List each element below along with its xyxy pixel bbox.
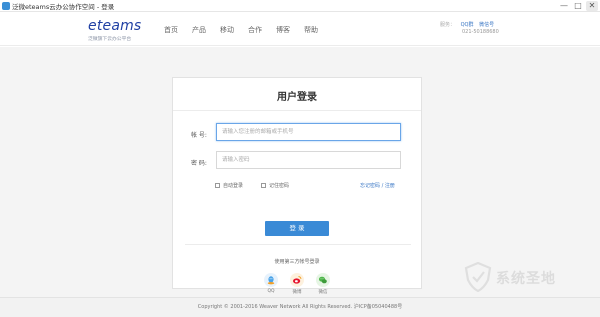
auto-login-label: 自动登录 — [223, 183, 244, 189]
nav-item-home[interactable]: 首页 — [164, 25, 178, 35]
remember-password-label: 记住密码 — [269, 183, 290, 189]
minimize-button[interactable]: — — [558, 1, 570, 11]
weibo-login[interactable]: 微博 — [290, 273, 304, 295]
window-title: 泛微eteams云办公协作空间 - 登录 — [12, 3, 115, 11]
wechat-label: 微信 — [318, 290, 328, 295]
watermark-text: 系统圣地 — [496, 271, 556, 287]
nav-item-mobile[interactable]: 移动 — [220, 25, 234, 35]
wechat-link[interactable]: 微信号 — [479, 22, 494, 28]
third-party-title: 使用第三方帐号登录 — [274, 259, 320, 265]
qq-login[interactable]: QQ — [264, 273, 278, 294]
password-label: 密 码: — [191, 160, 207, 167]
forgot-register-link[interactable]: 忘记密码 / 注册 — [360, 182, 395, 189]
eteams-logo[interactable]: eteams — [88, 18, 141, 34]
qq-group-link[interactable]: QQ群 — [461, 22, 474, 28]
weibo-icon[interactable] — [290, 273, 304, 287]
login-button[interactable]: 登 录 — [265, 221, 329, 236]
watermark: 系统圣地 — [460, 260, 590, 294]
site-header: eteams 泛微旗下云办公平台 首页 产品 移动 合作 博客 帮助 服务： Q… — [0, 12, 600, 46]
weibo-label: 微博 — [292, 290, 302, 295]
remember-password-option[interactable]: 记住密码 — [261, 182, 289, 189]
contact-label: 服务： — [440, 22, 456, 28]
account-label: 帐 号: — [191, 132, 207, 139]
divider — [173, 110, 421, 111]
contact-phone: 021-50188680 — [462, 29, 499, 35]
qq-icon[interactable] — [264, 273, 278, 287]
login-card: 用户登录 帐 号: 密 码: 自动登录 记住密码 忘记密码 / 注册 登 录 使… — [172, 77, 422, 295]
login-title: 用户登录 — [277, 92, 317, 103]
wechat-icon[interactable] — [316, 273, 330, 287]
nav-item-partners[interactable]: 合作 — [248, 25, 262, 35]
password-input[interactable] — [216, 151, 401, 169]
auto-login-checkbox[interactable] — [215, 183, 220, 188]
maximize-button[interactable]: □ — [572, 1, 584, 11]
auto-login-option[interactable]: 自动登录 — [215, 182, 243, 189]
account-input[interactable] — [216, 123, 401, 141]
copyright-text: Copyright © 2001-2016 Weaver Network All… — [197, 304, 403, 310]
divider — [185, 244, 411, 245]
nav-item-products[interactable]: 产品 — [192, 25, 206, 35]
window-titlebar: 泛微eteams云办公协作空间 - 登录 — □ ✕ — [0, 0, 600, 12]
logo-slogan: 泛微旗下云办公平台 — [88, 37, 132, 42]
site-footer: Copyright © 2001-2016 Weaver Network All… — [0, 297, 600, 317]
wechat-login[interactable]: 微信 — [316, 273, 330, 295]
app-icon — [2, 2, 10, 10]
qq-label: QQ — [267, 289, 275, 294]
close-button[interactable]: ✕ — [586, 1, 598, 11]
nav-item-help[interactable]: 帮助 — [304, 25, 318, 35]
nav-item-blog[interactable]: 博客 — [276, 25, 290, 35]
contact-info: 服务： QQ群 微信号 — [440, 21, 494, 28]
remember-password-checkbox[interactable] — [261, 183, 266, 188]
shield-icon — [464, 262, 492, 292]
window-controls: — □ ✕ — [558, 1, 598, 11]
main-nav: 首页 产品 移动 合作 博客 帮助 — [164, 25, 318, 35]
